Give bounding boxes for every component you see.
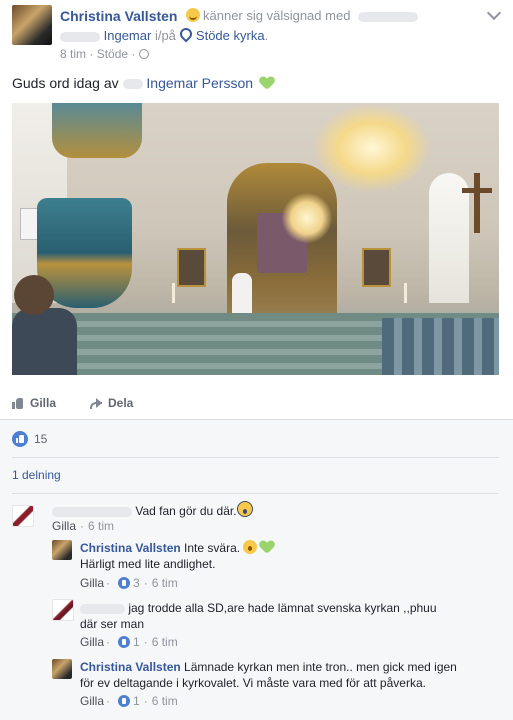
- tagged-name[interactable]: Ingemar: [104, 28, 152, 43]
- comment-text: Vad fan gör du där.: [52, 501, 253, 519]
- globe-icon[interactable]: [138, 49, 149, 59]
- header-line-2: Ingemar i/på Stöde kyrka.: [60, 25, 268, 43]
- photo-candle: [404, 283, 407, 303]
- location-link[interactable]: Stöde kyrka: [196, 28, 265, 43]
- comment-time[interactable]: 6 tim: [88, 519, 114, 533]
- comment-likes[interactable]: 1: [133, 635, 140, 649]
- photo-person-body: [12, 308, 77, 375]
- photo-priest: [232, 273, 252, 318]
- comment-likes[interactable]: 3: [133, 576, 140, 590]
- photo-canopy: [52, 103, 142, 158]
- like-reaction-icon: [118, 695, 131, 707]
- feeling-text: känner sig välsignad med: [186, 8, 419, 23]
- comment-likes[interactable]: 1: [133, 694, 140, 708]
- photo-hymn-board: [177, 248, 206, 287]
- scream-emoji-icon: [236, 501, 253, 517]
- comment-time[interactable]: 6 tim: [152, 635, 178, 649]
- photo-candle: [172, 283, 175, 303]
- shares-link[interactable]: 1 delning: [12, 468, 61, 482]
- comment-text: Christina Vallsten Inte svära. Härligt m…: [80, 540, 274, 572]
- share-button[interactable]: Dela: [90, 396, 133, 410]
- commenter-avatar[interactable]: [52, 599, 74, 621]
- post-time[interactable]: 8 tim: [60, 47, 86, 61]
- reaction-count: 15: [34, 432, 48, 446]
- comment-like-link[interactable]: Gilla: [80, 576, 104, 590]
- post-place[interactable]: Stöde: [97, 47, 128, 61]
- photo-crucifix: [474, 173, 480, 233]
- comment-text: jag trodde alla SD,are hade lämnat svens…: [80, 601, 437, 631]
- comment-meta: Gilla · 3 · 6 tim: [80, 576, 178, 590]
- location-pin-icon: [177, 25, 195, 43]
- divider: [12, 457, 499, 458]
- commenter-avatar[interactable]: [52, 659, 72, 679]
- comment-like-link[interactable]: Gilla: [80, 694, 104, 708]
- blurred-commenter-name: [52, 506, 132, 517]
- blurred-name: [358, 11, 419, 22]
- action-bar: Gilla Dela: [12, 392, 499, 416]
- like-reaction-icon: [118, 577, 131, 589]
- comment-like-link[interactable]: Gilla: [52, 519, 76, 533]
- author-name[interactable]: Christina Vallsten: [60, 8, 177, 24]
- commenter-avatar[interactable]: [12, 505, 34, 527]
- blurred-text: [122, 79, 143, 90]
- photo-chandelier-small: [282, 193, 332, 243]
- post-text: Guds ord idag av Ingemar Persson: [12, 75, 274, 91]
- post-card: Christina Vallsten känner sig välsignad …: [0, 0, 513, 720]
- like-reaction-icon: [118, 636, 131, 648]
- mention-link[interactable]: Ingemar Persson: [146, 75, 253, 91]
- share-arrow-icon: [90, 397, 102, 409]
- comment-meta: Gilla · 1 · 6 tim: [80, 694, 178, 708]
- comment-time[interactable]: 6 tim: [152, 576, 178, 590]
- chevron-down-icon[interactable]: [486, 5, 502, 21]
- comment-like-link[interactable]: Gilla: [80, 635, 104, 649]
- post-meta: 8 tim · Stöde ·: [60, 47, 149, 61]
- photo-hymn-board-2: [362, 248, 391, 287]
- comment-author[interactable]: Christina Vallsten: [80, 660, 181, 674]
- green-heart-icon: [260, 541, 274, 554]
- comment-time[interactable]: 6 tim: [152, 694, 178, 708]
- photo-crucifix-bar: [462, 188, 492, 193]
- commenter-avatar[interactable]: [52, 540, 72, 560]
- green-heart-icon: [260, 77, 274, 90]
- blurred-name-2: [60, 31, 100, 42]
- blurred-commenter-name: [80, 603, 125, 614]
- comment-meta: Gilla · 1 · 6 tim: [80, 635, 178, 649]
- surprised-emoji-icon: [243, 540, 258, 554]
- photo-pews-right: [382, 318, 499, 375]
- like-button[interactable]: Gilla: [12, 396, 56, 410]
- like-reaction-icon: [12, 431, 28, 447]
- smiley-icon: [186, 8, 200, 22]
- comment-meta: Gilla · 6 tim: [52, 519, 115, 533]
- comment-text: Christina Vallsten Lämnade kyrkan men in…: [80, 660, 457, 690]
- comment-author[interactable]: Christina Vallsten: [80, 541, 181, 555]
- photo-person-head: [14, 275, 54, 315]
- author-avatar[interactable]: [12, 5, 52, 45]
- divider: [0, 419, 513, 420]
- divider: [12, 493, 499, 494]
- church-photo[interactable]: [12, 103, 499, 375]
- thumbs-up-icon: [12, 397, 24, 409]
- reactions-summary[interactable]: 15: [12, 431, 47, 447]
